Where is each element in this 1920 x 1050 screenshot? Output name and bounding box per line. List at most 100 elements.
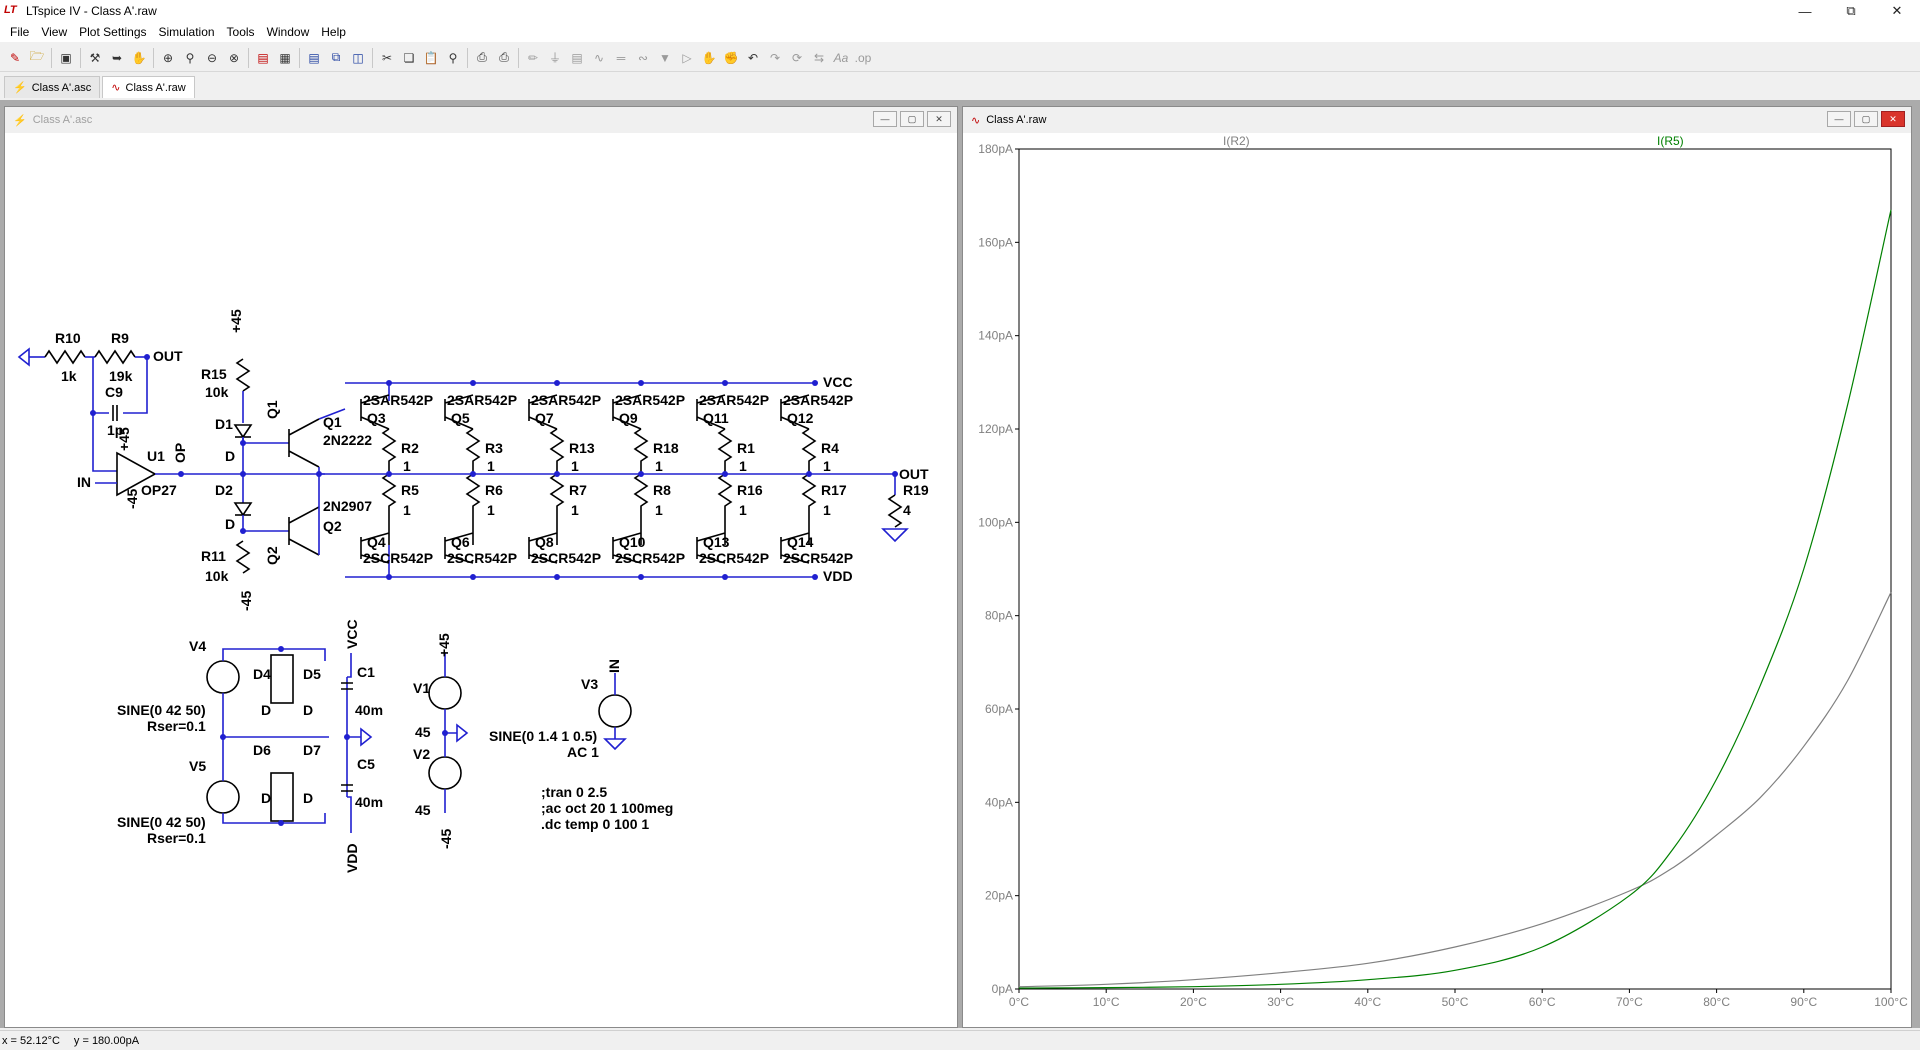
minimize-icon[interactable]: — bbox=[1827, 111, 1851, 127]
maximize-icon[interactable]: ▢ bbox=[900, 111, 924, 127]
undo-icon[interactable]: ↶ bbox=[742, 47, 764, 69]
x-tick-label: 90°C bbox=[1790, 995, 1817, 1009]
x-tick-label: 100°C bbox=[1874, 995, 1908, 1009]
minimize-icon[interactable]: — bbox=[1782, 0, 1828, 22]
schematic-window-titlebar[interactable]: ⚡ Class A'.asc — ▢ ✕ bbox=[5, 107, 957, 133]
D7-model: D bbox=[303, 790, 313, 806]
U1-vplus: +45 bbox=[116, 427, 132, 451]
spice-directive-icon[interactable]: .op bbox=[852, 47, 874, 69]
close-icon[interactable]: ✕ bbox=[1874, 0, 1920, 22]
tile-horizontal-icon[interactable]: ▤ bbox=[303, 47, 325, 69]
directive-tran[interactable]: ;tran 0 2.5 bbox=[541, 784, 607, 800]
zoom-full-icon[interactable]: ⚲ bbox=[179, 47, 201, 69]
diode-icon[interactable]: ▼ bbox=[654, 47, 676, 69]
tab-schematic[interactable]: ⚡ Class A'.asc bbox=[4, 76, 101, 98]
menu-plot-settings[interactable]: Plot Settings bbox=[73, 25, 152, 39]
pnp-model-1: 2SAR542P bbox=[363, 392, 433, 408]
menu-window[interactable]: Window bbox=[261, 25, 316, 39]
toolbar-separator bbox=[51, 47, 52, 68]
print-icon[interactable]: ⎙ bbox=[471, 47, 493, 69]
cascade-icon[interactable]: ⧉ bbox=[325, 47, 347, 69]
open-icon[interactable]: 🗁 bbox=[26, 47, 48, 69]
Q2-refdes-rot: Q2 bbox=[264, 546, 280, 565]
R15-value: 10k bbox=[205, 384, 229, 400]
trace-label-ir2[interactable]: I(R2) bbox=[1223, 134, 1250, 148]
paste-icon[interactable]: 📋 bbox=[420, 47, 442, 69]
new-schematic-icon[interactable]: ✎ bbox=[4, 47, 26, 69]
print-preview-icon[interactable]: ⎙ bbox=[493, 47, 515, 69]
tile-vertical-icon[interactable]: ◫ bbox=[347, 47, 369, 69]
mirror-icon[interactable]: ⇆ bbox=[808, 47, 830, 69]
npn-model-1: 2SCR542P bbox=[363, 550, 433, 566]
copy-icon[interactable]: ❏ bbox=[398, 47, 420, 69]
inductor-icon[interactable]: ∾ bbox=[632, 47, 654, 69]
toolbar-separator bbox=[80, 47, 81, 68]
autorange-icon[interactable]: ▤ bbox=[252, 47, 274, 69]
y-tick-label: 100pA bbox=[978, 515, 1013, 529]
upper-r-1: R2 bbox=[401, 440, 419, 456]
y-tick-label: 0pA bbox=[992, 982, 1013, 996]
trace-label-ir5[interactable]: I(R5) bbox=[1657, 134, 1684, 148]
zoom-cancel-icon[interactable]: ⊗ bbox=[223, 47, 245, 69]
close-icon[interactable]: ✕ bbox=[1881, 111, 1905, 127]
plot-area[interactable] bbox=[1018, 148, 1892, 990]
move-icon[interactable]: ✋ bbox=[698, 47, 720, 69]
menu-help[interactable]: Help bbox=[315, 25, 352, 39]
label-icon[interactable]: ▤ bbox=[566, 47, 588, 69]
upper-rv-1: 1 bbox=[403, 458, 411, 474]
drag-icon[interactable]: ✊ bbox=[720, 47, 742, 69]
V1-value: 45 bbox=[415, 724, 431, 740]
zoom-out-icon[interactable]: ⊖ bbox=[201, 47, 223, 69]
capacitor-icon[interactable]: ═ bbox=[610, 47, 632, 69]
menu-simulation[interactable]: Simulation bbox=[153, 25, 221, 39]
V1-net: +45 bbox=[436, 633, 452, 657]
resistor-icon[interactable]: ∿ bbox=[588, 47, 610, 69]
upper-rv-6: 1 bbox=[823, 458, 831, 474]
ground-icon[interactable]: ⏚ bbox=[544, 47, 566, 69]
rotate-icon[interactable]: ⟳ bbox=[786, 47, 808, 69]
schematic-canvas[interactable]: R10 1k R9 19k C9 1p OUT IN U1 OP27 +45 -… bbox=[5, 133, 957, 1027]
net-out-label: OUT bbox=[153, 348, 183, 364]
npn-model-4: 2SCR542P bbox=[615, 550, 685, 566]
y-axis: 0pA 20pA 40pA 60pA 80pA 100pA 120pA 140pA 160pA 1… bbox=[978, 142, 1019, 996]
D4-model: D bbox=[261, 702, 271, 718]
directive-dc[interactable]: .dc temp 0 100 1 bbox=[541, 816, 649, 832]
upper-q-5: Q11 bbox=[703, 410, 729, 426]
fit-icon[interactable]: ▦ bbox=[274, 47, 296, 69]
maximize-icon[interactable]: ▢ bbox=[1854, 111, 1878, 127]
close-icon[interactable]: ✕ bbox=[927, 111, 951, 127]
menu-view[interactable]: View bbox=[35, 25, 73, 39]
menu-file[interactable]: File bbox=[4, 25, 35, 39]
zoom-in-icon[interactable]: ⊕ bbox=[157, 47, 179, 69]
text-icon[interactable]: Aa bbox=[830, 47, 852, 69]
redo-icon[interactable]: ↷ bbox=[764, 47, 786, 69]
x-tick-label: 50°C bbox=[1442, 995, 1469, 1009]
run-icon[interactable]: ➥ bbox=[106, 47, 128, 69]
net-vcc-label: VCC bbox=[823, 374, 853, 390]
x-tick-label: 30°C bbox=[1267, 995, 1294, 1009]
wire-icon[interactable]: ✏ bbox=[522, 47, 544, 69]
minimize-icon[interactable]: — bbox=[873, 111, 897, 127]
control-panel-icon[interactable]: ⚒ bbox=[84, 47, 106, 69]
plot-window-titlebar[interactable]: ∿ Class A'.raw — ▢ ✕ bbox=[963, 107, 1911, 133]
save-icon[interactable]: ▣ bbox=[55, 47, 77, 69]
ltspice-logo-icon: LT bbox=[4, 4, 17, 16]
halt-icon[interactable]: ✋ bbox=[128, 47, 150, 69]
npn-model-2: 2SCR542P bbox=[447, 550, 517, 566]
component-icon[interactable]: ▷ bbox=[676, 47, 698, 69]
D5-label: D5 bbox=[303, 666, 321, 682]
title-bar: LT LTspice IV - Class A'.raw — ⧉ ✕ bbox=[0, 0, 1920, 22]
tab-waveform[interactable]: ∿ Class A'.raw bbox=[102, 76, 195, 98]
restore-icon[interactable]: ⧉ bbox=[1828, 0, 1874, 22]
find-icon[interactable]: ⚲ bbox=[442, 47, 464, 69]
cut-icon[interactable]: ✂ bbox=[376, 47, 398, 69]
D6-model: D bbox=[261, 790, 271, 806]
upper-q-6: Q12 bbox=[787, 410, 814, 426]
U1-label: U1 bbox=[147, 448, 165, 464]
R19-label: R19 bbox=[903, 482, 929, 498]
pnp-model-3: 2SAR542P bbox=[531, 392, 601, 408]
directive-ac[interactable]: ;ac oct 20 1 100meg bbox=[541, 800, 673, 816]
schematic-drawing: R10 1k R9 19k C9 1p OUT IN U1 OP27 +45 -… bbox=[17, 309, 929, 873]
plot-canvas[interactable]: 0pA 20pA 40pA 60pA 80pA 100pA 120pA 140pA 160pA 1… bbox=[963, 133, 1911, 1027]
menu-tools[interactable]: Tools bbox=[221, 25, 261, 39]
